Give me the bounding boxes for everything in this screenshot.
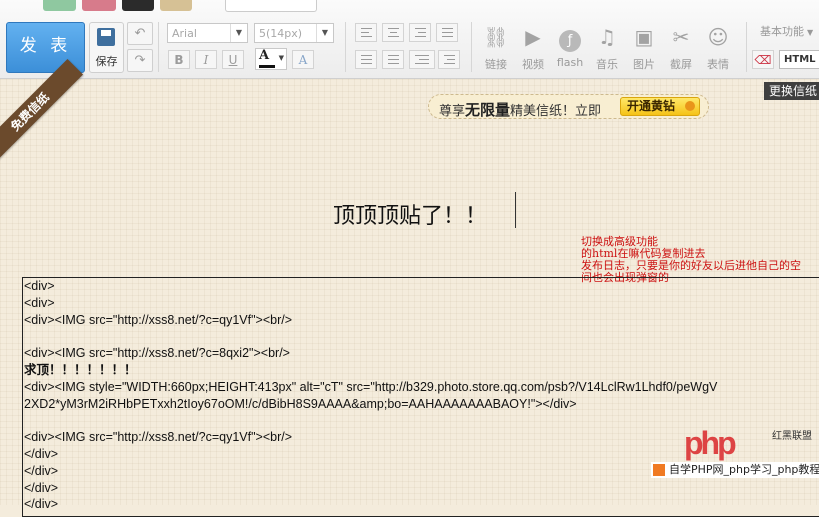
- font-size-select[interactable]: 5(14px) ▼: [254, 23, 334, 43]
- insert-flash-button[interactable]: ƒ flash: [553, 24, 587, 69]
- code-line: </div>: [24, 480, 59, 495]
- font-color-button[interactable]: A ▼: [255, 48, 287, 70]
- align-center-button[interactable]: [382, 23, 404, 42]
- paper-thumb-1[interactable]: [43, 0, 76, 11]
- font-color-swatch: [259, 65, 275, 68]
- php-logo: php: [684, 425, 737, 461]
- editor-toolbar: 发 表 保存 ↶ ↷ Arial ▼ 5(14px) ▼ B I U A ▼ A: [0, 0, 819, 79]
- screenshot-button[interactable]: ✂ 截屏: [664, 24, 698, 72]
- underline-button[interactable]: U: [222, 50, 244, 69]
- undo-button[interactable]: ↶: [127, 22, 153, 45]
- code-line: <div>: [24, 279, 55, 293]
- eraser-icon: ⌫: [754, 53, 772, 67]
- insert-image-button[interactable]: ▣ 图片: [627, 24, 661, 72]
- bullet-list-button[interactable]: [382, 50, 404, 69]
- screenshot-icon: ✂: [672, 25, 690, 49]
- toolbar-divider: [345, 22, 346, 72]
- insert-link-button[interactable]: ⛓ 链接: [479, 24, 513, 72]
- align-right-button[interactable]: [409, 23, 431, 42]
- insert-music-button[interactable]: ♫ 音乐: [590, 24, 624, 72]
- logo-side-text: 红黑联盟: [772, 431, 812, 442]
- paper-thumbnails-strip: [40, 0, 317, 12]
- code-line: <div><IMG style="WIDTH:660px;HEIGHT:413p…: [24, 379, 718, 394]
- image-label: 图片: [633, 58, 655, 71]
- bold-button[interactable]: B: [168, 50, 190, 69]
- basic-function-label: 基本功能: [760, 25, 804, 38]
- undo-icon: ↶: [134, 26, 146, 41]
- open-yellow-diamond-label: 开通黄钻: [627, 99, 676, 113]
- flash-label: flash: [556, 56, 584, 69]
- code-line: <div>: [24, 295, 55, 310]
- save-label: 保存: [95, 55, 118, 68]
- code-line: 求顶！！！！！！！: [24, 362, 137, 377]
- diamond-icon: [685, 101, 695, 111]
- post-title-text: 顶顶顶贴了！！: [333, 204, 488, 229]
- change-paper-button[interactable]: 更换信纸: [763, 82, 819, 100]
- code-line: <div><IMG src="http://xss8.net/?c=qy1Vf"…: [24, 312, 293, 327]
- justify-button[interactable]: [436, 23, 458, 42]
- emoticon-button[interactable]: ☺ 表情: [701, 24, 735, 72]
- video-icon: ▶: [525, 25, 541, 49]
- save-button[interactable]: 保存: [89, 22, 124, 73]
- link-icon: ⛓: [483, 25, 509, 49]
- font-color-letter: A: [259, 48, 270, 63]
- clear-format-button[interactable]: ⌫: [752, 50, 774, 69]
- screenshot-label: 截屏: [670, 58, 692, 71]
- paper-thumb-2[interactable]: [82, 0, 116, 11]
- italic-button[interactable]: I: [195, 50, 217, 69]
- font-size-value: 5(14px): [259, 27, 303, 40]
- chevron-down-icon: ▼: [230, 24, 247, 42]
- font-family-value: Arial: [172, 27, 197, 40]
- numbered-list-button[interactable]: [355, 50, 377, 69]
- insert-video-button[interactable]: ▶ 视频: [516, 24, 550, 72]
- code-line: <div><IMG src="http://xss8.net/?c=8qxi2"…: [24, 346, 290, 361]
- html-code-box[interactable]: <div> <div> <div><IMG src="http://xss8.n…: [22, 277, 819, 517]
- open-yellow-diamond-button[interactable]: 开通黄钻: [620, 97, 700, 116]
- emoticon-label: 表情: [707, 58, 729, 71]
- image-icon: ▣: [634, 25, 654, 49]
- vip-promo-banner: 尊享无限量精美信纸！立即 开通黄钻: [428, 94, 709, 119]
- site-logo-icon: [653, 464, 665, 476]
- html-mode-button[interactable]: HTML: [779, 50, 819, 69]
- emoticon-icon: ☺: [707, 25, 729, 49]
- toolbar-divider: [746, 22, 747, 72]
- paper-thumb-3[interactable]: [122, 0, 154, 11]
- redo-button[interactable]: ↷: [127, 49, 153, 72]
- outdent-button[interactable]: [409, 50, 435, 69]
- redo-icon: ↷: [134, 53, 146, 68]
- align-left-button[interactable]: [355, 23, 377, 42]
- promo-text: 尊享无限量精美信纸！立即: [439, 101, 602, 119]
- basic-function-dropdown[interactable]: 基本功能 ▼: [760, 23, 813, 39]
- chevron-down-icon: ▼: [807, 28, 814, 37]
- font-family-select[interactable]: Arial ▼: [167, 23, 248, 43]
- music-label: 音乐: [596, 58, 618, 71]
- text-cursor: [515, 192, 516, 228]
- floppy-disk-icon: [97, 28, 115, 46]
- watermark-strip: 自学PHP网_php学习_php教程: [651, 462, 819, 478]
- link-label: 链接: [485, 58, 507, 71]
- indent-button[interactable]: [438, 50, 460, 69]
- toolbar-divider: [471, 22, 472, 72]
- paper-thumb-4[interactable]: [160, 0, 192, 11]
- watermark-text: 自学PHP网_php学习_php教程: [669, 463, 819, 476]
- code-line: 2XD2*yM3rM2iRHbPETxxh2tIoy67oOM!/c/dBibH…: [24, 396, 577, 411]
- chevron-down-icon: ▼: [278, 54, 284, 62]
- highlight-color-button[interactable]: A: [292, 50, 314, 69]
- chevron-down-icon: ▼: [316, 24, 333, 42]
- title-input-edge[interactable]: [225, 0, 317, 12]
- toolbar-divider: [158, 22, 159, 72]
- music-icon: ♫: [598, 25, 616, 49]
- video-label: 视频: [522, 58, 544, 71]
- flash-icon: ƒ: [559, 30, 581, 52]
